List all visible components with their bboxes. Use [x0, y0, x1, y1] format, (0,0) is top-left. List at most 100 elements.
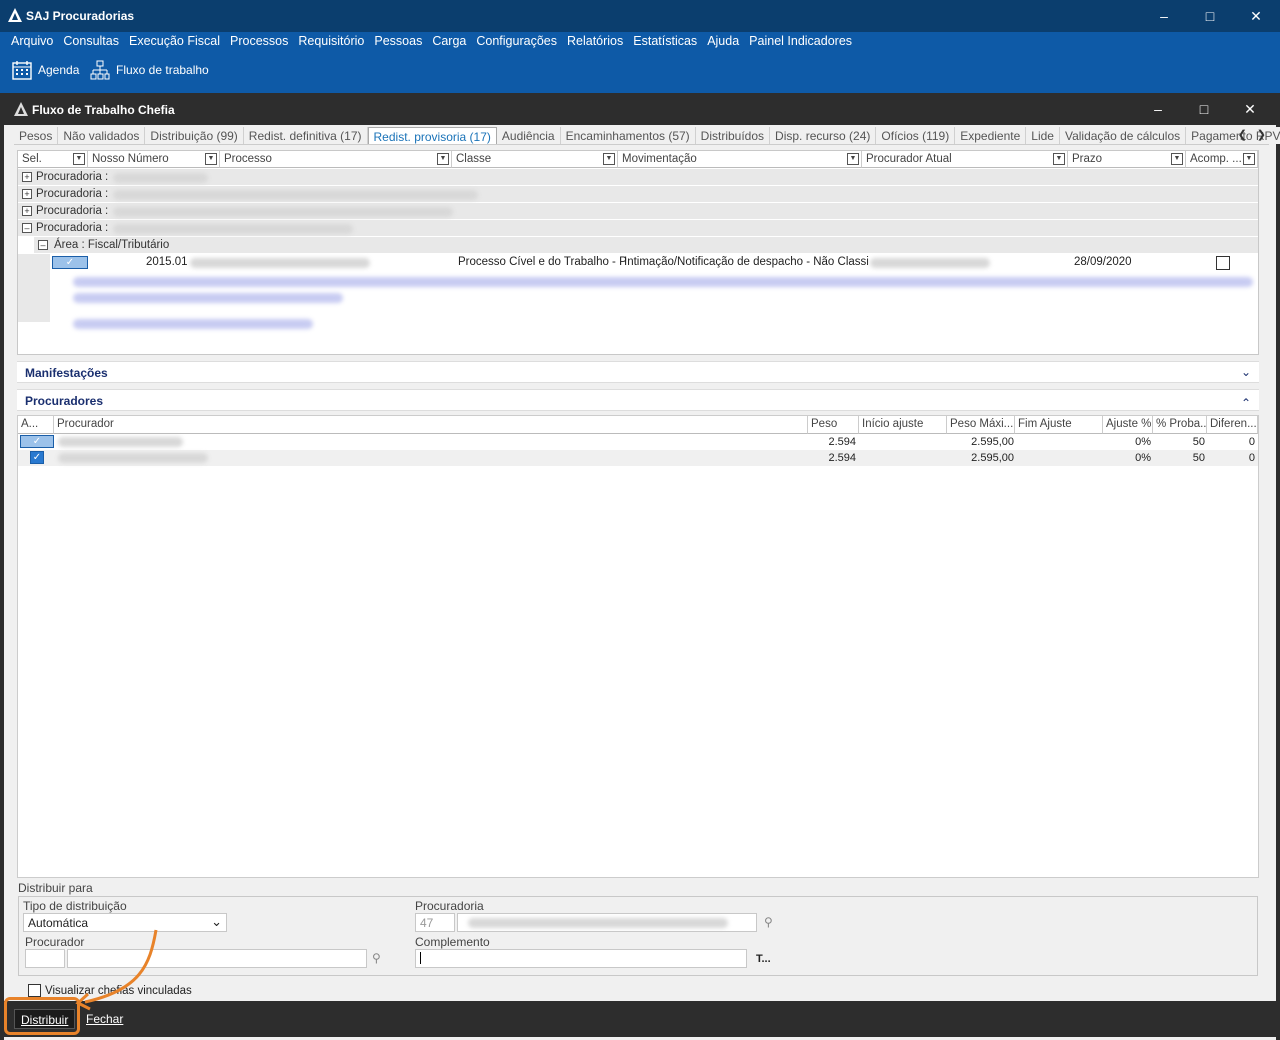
- table-row[interactable]: ✓ 2015.01 Processo Cível e do Trabalho -…: [50, 254, 1258, 271]
- col-inicio-ajuste[interactable]: Início ajuste: [859, 416, 947, 434]
- chevron-up-icon[interactable]: ⌃: [1241, 396, 1251, 410]
- menu-configuracoes[interactable]: Configurações: [471, 32, 562, 52]
- filter-dropdown-icon[interactable]: ▼: [847, 153, 859, 165]
- menu-requisitorio[interactable]: Requisitório: [293, 32, 369, 52]
- procurador-code-field[interactable]: [25, 949, 65, 968]
- col-nosso-numero[interactable]: Nosso Número ▼: [88, 151, 220, 168]
- tab-redist-provisoria[interactable]: Redist. provisoria (17): [367, 127, 497, 144]
- menu-pessoas[interactable]: Pessoas: [369, 32, 427, 52]
- filter-dropdown-icon[interactable]: ▼: [603, 153, 615, 165]
- search-icon[interactable]: ⚲: [764, 915, 773, 929]
- col-movimentacao[interactable]: Movimentação ▼: [618, 151, 862, 168]
- col-classe[interactable]: Classe ▼: [452, 151, 618, 168]
- tab-distribuicao[interactable]: Distribuição (99): [145, 127, 244, 144]
- agenda-label: Agenda: [38, 63, 80, 77]
- tab-encaminhamentos[interactable]: Encaminhamentos (57): [560, 127, 696, 144]
- subgroup-row[interactable]: – Área : Fiscal/Tributário: [34, 237, 1258, 254]
- col-ativo[interactable]: A...: [18, 416, 54, 434]
- col-ajuste-pct[interactable]: Ajuste %: [1103, 416, 1153, 434]
- menu-arquivo[interactable]: Arquivo: [6, 32, 58, 52]
- complemento-input[interactable]: [415, 949, 747, 968]
- table-row[interactable]: ✓ 2.594 2.595,00 0% 50 0: [18, 434, 1258, 450]
- tab-audiencia[interactable]: Audiência: [496, 127, 561, 144]
- menu-estatisticas[interactable]: Estatísticas: [628, 32, 702, 52]
- filter-dropdown-icon[interactable]: ▼: [437, 153, 449, 165]
- expand-icon[interactable]: +: [22, 172, 32, 182]
- col-procurador[interactable]: Procurador: [54, 416, 808, 434]
- tab-disp-recurso[interactable]: Disp. recurso (24): [770, 127, 877, 144]
- agenda-button[interactable]: Agenda: [12, 60, 79, 80]
- group-row[interactable]: + Procuradoria :: [18, 186, 1258, 203]
- tab-distribuidos[interactable]: Distribuídos: [695, 127, 771, 144]
- expand-icon[interactable]: +: [22, 206, 32, 216]
- group-row[interactable]: + Procuradoria :: [18, 203, 1258, 220]
- tab-lide[interactable]: Lide: [1026, 127, 1060, 144]
- dif-cell: 0: [1248, 436, 1255, 448]
- group-row[interactable]: + Procuradoria :: [18, 169, 1258, 186]
- close-icon[interactable]: ✕: [1234, 0, 1278, 32]
- workflow-icon: [90, 60, 110, 80]
- ativo-checkbox[interactable]: ✓: [30, 451, 44, 464]
- filter-dropdown-icon[interactable]: ▼: [73, 153, 85, 165]
- tab-redist-definitiva[interactable]: Redist. definitiva (17): [243, 127, 368, 144]
- filter-dropdown-icon[interactable]: ▼: [205, 153, 217, 165]
- col-sel[interactable]: Sel. ▼: [18, 151, 88, 168]
- collapse-icon[interactable]: –: [22, 223, 32, 233]
- tab-scroll-right-icon[interactable]: ❯: [1257, 128, 1266, 141]
- maximize-icon[interactable]: □: [1188, 0, 1232, 32]
- col-procurador-atual[interactable]: Procurador Atual ▼: [862, 151, 1068, 168]
- tab-pesos[interactable]: Pesos: [14, 127, 59, 144]
- chevron-down-icon[interactable]: ⌄: [1241, 365, 1251, 379]
- procuradoria-code-field[interactable]: 47: [415, 913, 455, 932]
- tab-scroll-left-icon[interactable]: ❮: [1238, 128, 1247, 141]
- child-titlebar: Fluxo de Trabalho Chefia – □ ✕: [0, 93, 1280, 125]
- menu-ajuda[interactable]: Ajuda: [702, 32, 744, 52]
- app-logo-icon: [8, 8, 22, 22]
- child-minimize-icon[interactable]: –: [1136, 93, 1180, 125]
- child-maximize-icon[interactable]: □: [1182, 93, 1226, 125]
- tipo-distribuicao-label: Tipo de distribuição: [23, 899, 127, 913]
- acomp-checkbox[interactable]: [1216, 256, 1230, 270]
- collapse-icon[interactable]: –: [38, 240, 48, 250]
- t-button[interactable]: T...: [756, 953, 771, 965]
- procuradores-section[interactable]: Procuradores ⌃: [17, 389, 1259, 411]
- col-acomp[interactable]: Acomp. ... ▼: [1186, 151, 1258, 168]
- tab-oficios[interactable]: Ofícios (119): [876, 127, 956, 144]
- col-diferenca[interactable]: Diferen...: [1207, 416, 1258, 434]
- process-grid: Sel. ▼ Nosso Número ▼ Processo ▼ Classe ▼ Mo…: [17, 150, 1259, 355]
- filter-dropdown-icon[interactable]: ▼: [1171, 153, 1183, 165]
- table-row[interactable]: ✓ 2.594 2.595,00 0% 50 0: [18, 450, 1258, 466]
- menu-consultas[interactable]: Consultas: [58, 32, 124, 52]
- tab-expediente[interactable]: Expediente: [955, 127, 1027, 144]
- manifestacoes-section[interactable]: Manifestações ⌄: [17, 361, 1259, 383]
- expand-icon[interactable]: +: [22, 189, 32, 199]
- filter-dropdown-icon[interactable]: ▼: [1243, 153, 1255, 165]
- procuradoria-name-field[interactable]: [457, 913, 757, 932]
- tab-nao-validados[interactable]: Não validados: [58, 127, 146, 144]
- col-probabilidade[interactable]: % Proba...: [1153, 416, 1207, 434]
- child-close-icon[interactable]: ✕: [1228, 93, 1272, 125]
- menu-painel-indicadores[interactable]: Painel Indicadores: [744, 32, 857, 52]
- tab-validacao-calculos[interactable]: Validação de cálculos: [1059, 127, 1187, 144]
- menu-relatorios[interactable]: Relatórios: [562, 32, 628, 52]
- menu-execucao-fiscal[interactable]: Execução Fiscal: [124, 32, 225, 52]
- classe-cell: Processo Cível e do Trabalho - P: [458, 256, 627, 268]
- col-processo[interactable]: Processo ▼: [220, 151, 452, 168]
- col-prazo[interactable]: Prazo ▼: [1068, 151, 1186, 168]
- menu-processos[interactable]: Processos: [225, 32, 293, 52]
- col-peso[interactable]: Peso: [808, 416, 859, 434]
- filter-dropdown-icon[interactable]: ▼: [1053, 153, 1065, 165]
- procuradoria-label: Procuradoria: [415, 899, 484, 913]
- row-select-checkbox[interactable]: ✓: [52, 256, 88, 269]
- menu-carga[interactable]: Carga: [427, 32, 471, 52]
- col-peso-maximo[interactable]: Peso Máxi...: [947, 416, 1015, 434]
- chefias-checkbox[interactable]: [28, 984, 41, 997]
- search-icon[interactable]: ⚲: [372, 951, 381, 965]
- col-fim-ajuste[interactable]: Fim Ajuste: [1015, 416, 1103, 434]
- ativo-checkbox[interactable]: ✓: [20, 435, 54, 448]
- fluxo-trabalho-button[interactable]: Fluxo de trabalho: [90, 60, 209, 80]
- minimize-icon[interactable]: –: [1142, 0, 1186, 32]
- peso-cell: 2.594: [828, 452, 856, 464]
- group-row[interactable]: – Procuradoria :: [18, 220, 1258, 237]
- menu-bar: Arquivo Consultas Execução Fiscal Proces…: [0, 32, 1280, 52]
